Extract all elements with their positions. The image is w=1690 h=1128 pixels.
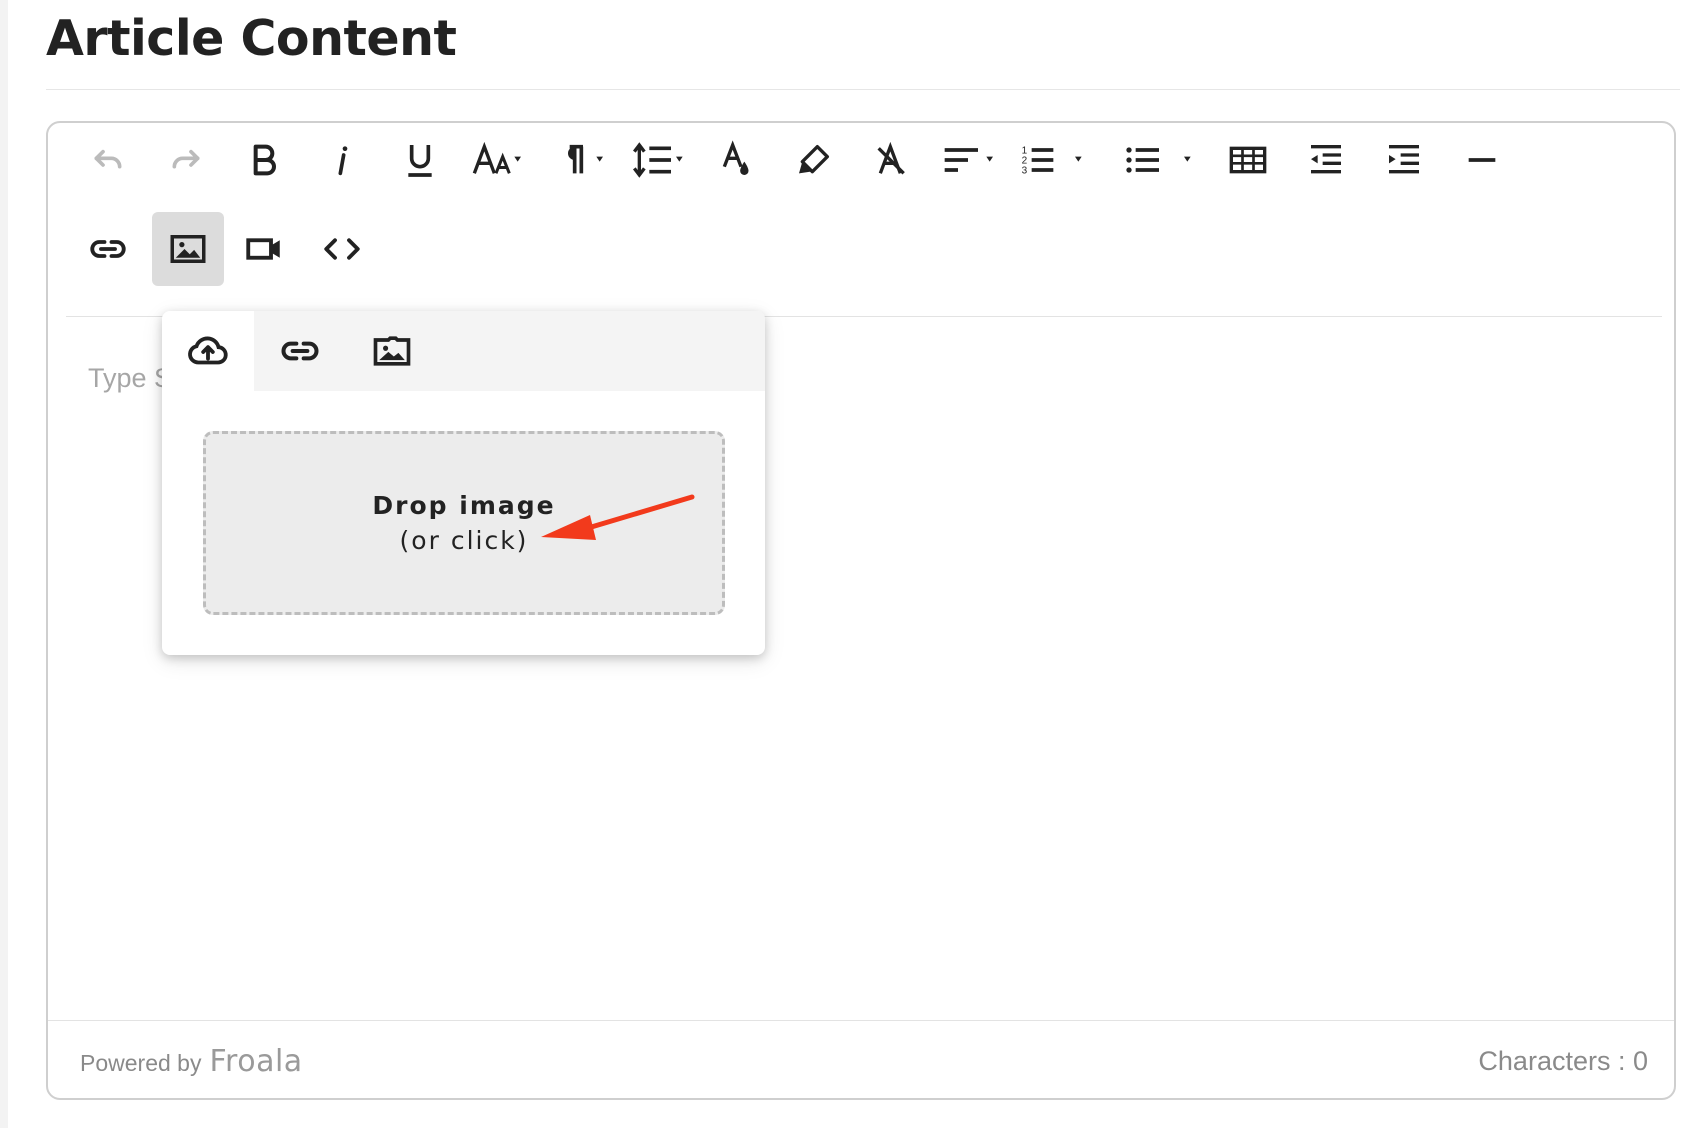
code-view-button[interactable]	[310, 217, 374, 281]
ordered-list-button[interactable]: 123	[1018, 128, 1102, 192]
tab-upload-image[interactable]	[162, 311, 254, 391]
italic-button[interactable]	[310, 128, 374, 192]
outdent-icon	[1311, 145, 1341, 174]
clear-format-icon	[877, 141, 905, 175]
powered-by-label: Powered by	[80, 1050, 202, 1076]
align-left-icon	[944, 148, 993, 172]
froala-logo[interactable]: Froala	[209, 1044, 302, 1079]
line-height-button[interactable]	[626, 128, 696, 192]
redo-button[interactable]	[154, 128, 218, 192]
dropzone-subtitle: (or click)	[399, 526, 529, 555]
paragraph-format-button[interactable]	[548, 128, 618, 192]
ordered-list-icon: 123	[1022, 145, 1082, 176]
unordered-list-icon	[1126, 147, 1191, 173]
tab-image-by-url[interactable]	[254, 311, 346, 391]
insert-table-button[interactable]	[1216, 128, 1280, 192]
font-size-icon	[472, 141, 521, 174]
image-dropzone[interactable]: Drop image (or click)	[203, 431, 725, 615]
link-icon	[90, 240, 126, 258]
indent-button[interactable]	[1372, 128, 1436, 192]
undo-icon	[94, 149, 122, 169]
svg-text:3: 3	[1022, 165, 1028, 176]
insert-image-button[interactable]	[152, 212, 224, 286]
editor-placeholder[interactable]: Type S	[88, 363, 172, 394]
font-size-button[interactable]	[466, 128, 536, 192]
bold-icon	[253, 144, 276, 176]
undo-button[interactable]	[76, 128, 140, 192]
align-button[interactable]	[936, 128, 1010, 192]
highlighter-icon	[799, 145, 829, 174]
outdent-button[interactable]	[1294, 128, 1358, 192]
table-icon	[1229, 146, 1267, 174]
redo-icon	[172, 149, 200, 169]
video-icon	[246, 238, 280, 260]
image-icon	[170, 235, 206, 263]
powered-by[interactable]: Powered by Froala	[80, 1044, 303, 1079]
image-icon	[373, 336, 411, 366]
dropzone-title: Drop image	[372, 491, 556, 520]
code-icon	[324, 238, 360, 260]
insert-link-button[interactable]	[76, 217, 140, 281]
tab-image-manager[interactable]	[346, 311, 438, 391]
line-height-icon	[633, 142, 683, 178]
link-icon	[281, 341, 319, 361]
paragraph-icon	[568, 144, 603, 174]
text-color-icon	[722, 140, 749, 175]
title-divider	[46, 89, 1680, 90]
insert-video-button[interactable]	[232, 217, 296, 281]
cloud-upload-icon	[188, 336, 228, 365]
image-popup-tabs	[162, 311, 765, 391]
footer-divider	[48, 1020, 1674, 1021]
unordered-list-button[interactable]	[1122, 128, 1206, 192]
highlight-button[interactable]	[782, 128, 846, 192]
clear-formatting-button[interactable]	[860, 128, 924, 192]
text-color-button[interactable]	[704, 128, 768, 192]
bold-button[interactable]	[232, 128, 296, 192]
character-counter: Characters : 0	[1478, 1046, 1648, 1076]
page-title: Article Content	[46, 10, 457, 67]
indent-icon	[1389, 145, 1419, 174]
horizontal-line-button[interactable]	[1450, 128, 1514, 192]
left-sidebar-edge	[0, 0, 8, 1128]
insert-image-popup: Drop image (or click)	[162, 311, 765, 655]
italic-icon	[338, 146, 348, 176]
horizontal-line-icon	[1468, 158, 1496, 162]
underline-button[interactable]	[388, 128, 452, 192]
underline-icon	[408, 145, 432, 177]
